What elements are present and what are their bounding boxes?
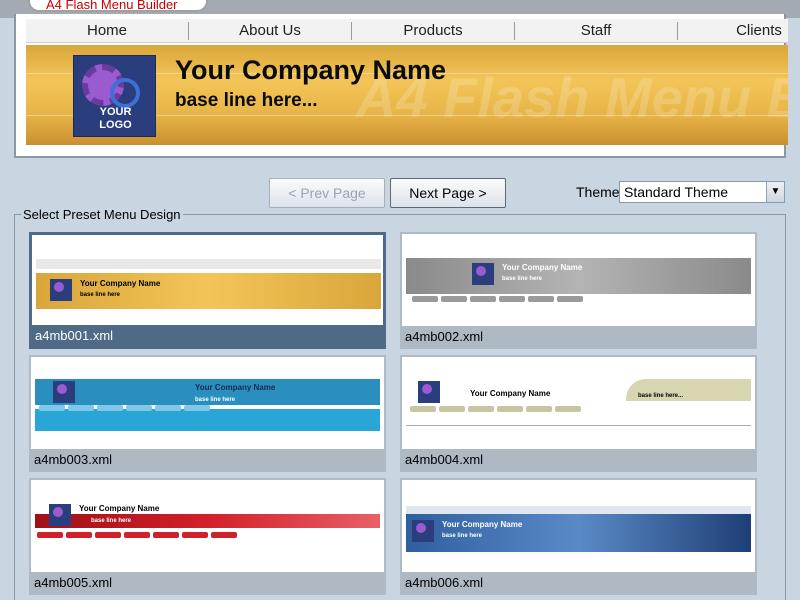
mini-base-line: base line here <box>80 292 121 298</box>
mini-band <box>35 409 380 431</box>
gear-icon <box>110 78 140 108</box>
mini-tabs <box>410 406 581 412</box>
mini-company-name: Your Company Name <box>470 389 551 398</box>
preset-preview-image: Your Company Name base line here... <box>406 361 751 446</box>
mini-company-name: Your Company Name <box>502 263 583 272</box>
mini-tabs <box>37 532 237 538</box>
preset-thumbnail-a4mb002[interactable]: Your Company Name base line here a4mb002… <box>400 232 757 349</box>
theme-select[interactable]: Standard Theme ▼ <box>619 181 785 203</box>
preset-preview-image: Your Company Name base line here <box>406 238 751 323</box>
next-page-button[interactable]: Next Page > <box>390 178 506 208</box>
logo-text: YOUR LOGO <box>99 106 132 131</box>
preset-file-name: a4mb003.xml <box>31 449 384 470</box>
preset-file-name: a4mb004.xml <box>402 449 755 470</box>
mini-base-line: base line here <box>195 397 236 403</box>
company-name: Your Company Name <box>175 55 447 85</box>
menu-preview-panel: Home About Us Products Staff Clients A4 … <box>14 14 788 158</box>
mini-nav <box>406 506 751 514</box>
preset-file-name: a4mb001.xml <box>32 325 383 346</box>
mini-tabs <box>39 405 210 411</box>
mini-base-line: base line here <box>91 518 132 524</box>
preset-file-name: a4mb002.xml <box>402 326 755 347</box>
mini-company-name: Your Company Name <box>442 520 523 529</box>
mini-company-name: Your Company Name <box>195 383 276 392</box>
preset-file-name: a4mb005.xml <box>31 572 384 593</box>
preset-group-label: Select Preset Menu Design <box>21 207 183 222</box>
mini-nav <box>36 259 381 269</box>
mini-logo <box>50 279 72 301</box>
app-title: A4 Flash Menu Builder <box>28 0 208 12</box>
preset-thumbnail-a4mb001[interactable]: Your Company Name base line here a4mb001… <box>29 232 386 349</box>
preview-nav-products[interactable]: Products <box>352 22 515 40</box>
theme-select-value: Standard Theme <box>624 184 729 200</box>
company-logo: YOUR LOGO <box>73 55 156 137</box>
mini-base-line: base line here <box>442 533 483 539</box>
mini-company-name: Your Company Name <box>80 279 161 288</box>
chevron-down-icon[interactable]: ▼ <box>766 182 784 202</box>
preview-nav-about-us[interactable]: About Us <box>189 22 352 40</box>
preset-thumbnail-a4mb004[interactable]: Your Company Name base line here... a4mb… <box>400 355 757 472</box>
preview-nav-bar: Home About Us Products Staff Clients <box>26 19 788 43</box>
preset-preview-image: Your Company Name base line here <box>36 239 381 324</box>
mini-logo <box>418 381 440 403</box>
preset-file-name: a4mb006.xml <box>402 572 755 593</box>
mini-base-line: base line here... <box>638 393 684 399</box>
mini-logo <box>49 504 71 526</box>
preview-nav-clients[interactable]: Clients <box>678 22 788 40</box>
preset-preview-image: Your Company Name base line here <box>35 361 380 446</box>
preset-preview-image: Your Company Name base line here <box>406 484 751 569</box>
preset-thumbnail-a4mb003[interactable]: Your Company Name base line here a4mb003… <box>29 355 386 472</box>
mini-divider <box>406 425 751 426</box>
preset-preview-image: Your Company Name base line here <box>35 484 380 569</box>
preview-banner: A4 Flash Menu B YOUR LOGO Your Company N… <box>26 45 788 145</box>
preview-nav-home[interactable]: Home <box>26 22 189 40</box>
preset-thumbnail-a4mb005[interactable]: Your Company Name base line here a4mb005… <box>29 478 386 595</box>
mini-logo <box>472 263 494 285</box>
preview-nav-staff[interactable]: Staff <box>515 22 678 40</box>
mini-logo <box>53 381 75 403</box>
prev-page-button[interactable]: < Prev Page <box>269 178 385 208</box>
preset-thumbnail-a4mb006[interactable]: Your Company Name base line here a4mb006… <box>400 478 757 595</box>
base-line-text: base line here... <box>175 90 318 111</box>
mini-company-name: Your Company Name <box>79 504 160 513</box>
mini-tabs <box>412 296 583 302</box>
theme-label: Theme <box>576 184 620 200</box>
mini-logo <box>412 520 434 542</box>
mini-banner <box>35 514 380 528</box>
mini-base-line: base line here <box>502 276 543 282</box>
